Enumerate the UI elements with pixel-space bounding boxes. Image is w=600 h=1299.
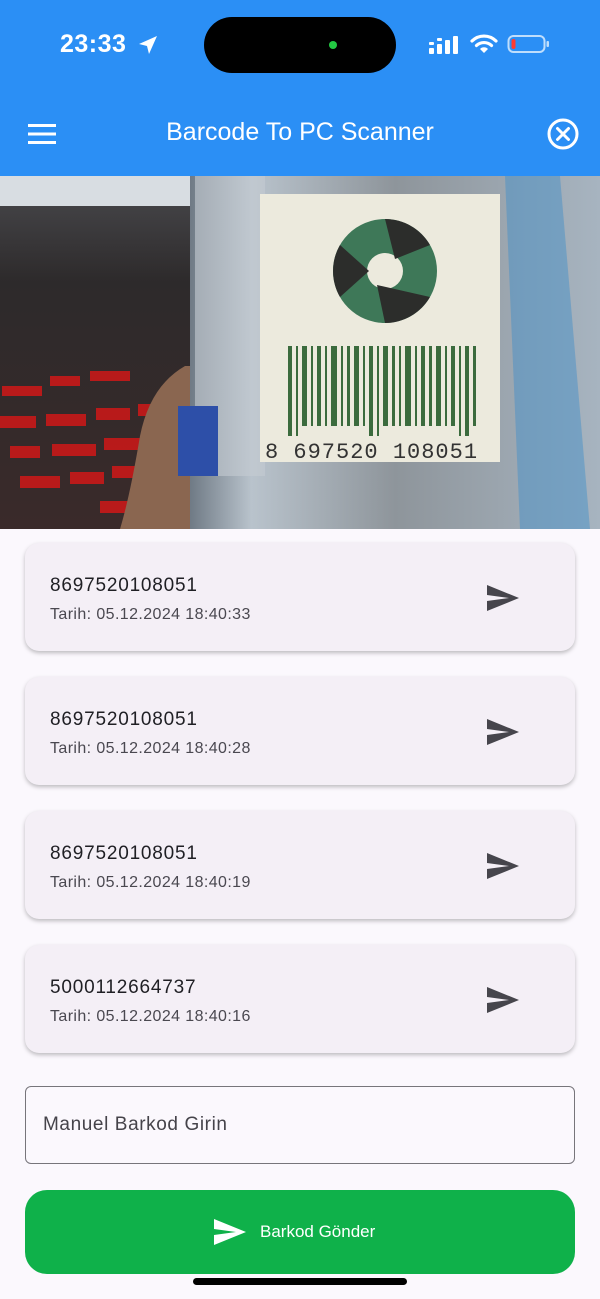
cellular-signal-icon (429, 36, 458, 54)
send-barcode-button[interactable]: Barkod Gönder (25, 1190, 575, 1274)
scan-card[interactable]: 8697520108051 Tarih: 05.12.2024 18:40:33 (25, 543, 575, 651)
scan-card[interactable]: 8697520108051 Tarih: 05.12.2024 18:40:19 (25, 811, 575, 919)
camera-preview[interactable]: 8 697520 108051 (0, 176, 600, 529)
scan-date: Tarih: 05.12.2024 18:40:33 (50, 606, 251, 623)
scan-date: Tarih: 05.12.2024 18:40:19 (50, 874, 251, 891)
send-icon[interactable] (485, 851, 521, 881)
status-time: 23:33 (60, 30, 127, 58)
printed-barcode-text: 8 697520 108051 (265, 440, 478, 465)
app-bar: Barcode To PC Scanner (0, 92, 600, 176)
scan-code: 8697520108051 (50, 843, 198, 864)
camera-indicator-dot (329, 41, 337, 49)
scan-code: 8697520108051 (50, 709, 198, 730)
scan-date: Tarih: 05.12.2024 18:40:16 (50, 1008, 251, 1025)
home-indicator (193, 1278, 407, 1285)
battery-icon (507, 35, 549, 53)
send-icon[interactable] (485, 583, 521, 613)
scan-code: 8697520108051 (50, 575, 198, 596)
scan-card[interactable]: 8697520108051 Tarih: 05.12.2024 18:40:28 (25, 677, 575, 785)
close-circle-icon[interactable] (546, 117, 580, 151)
scan-date: Tarih: 05.12.2024 18:40:28 (50, 740, 251, 757)
send-button-label: Barkod Gönder (260, 1222, 376, 1241)
send-icon[interactable] (485, 717, 521, 747)
wifi-icon (470, 34, 498, 53)
app-title: Barcode To PC Scanner (166, 118, 434, 146)
scan-card[interactable]: 5000112664737 Tarih: 05.12.2024 18:40:16 (25, 945, 575, 1053)
send-icon (214, 1219, 246, 1245)
status-bar: 23:33 (0, 0, 600, 92)
camera-feed-image: 8 697520 108051 (0, 176, 600, 529)
send-icon[interactable] (485, 985, 521, 1015)
manual-barcode-input[interactable] (25, 1086, 575, 1164)
location-arrow-icon (139, 36, 157, 54)
dynamic-island (204, 17, 396, 73)
scan-code: 5000112664737 (50, 977, 197, 998)
